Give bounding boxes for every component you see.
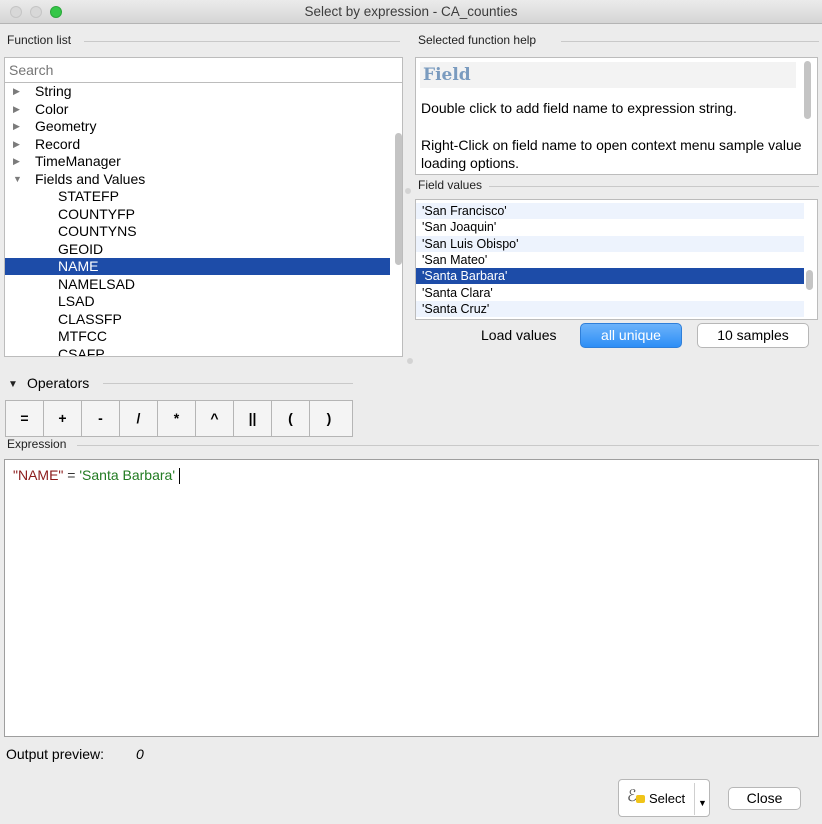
field-value-item[interactable]: 'Santa Cruz' xyxy=(416,300,804,317)
operator-button[interactable]: ) xyxy=(310,401,348,436)
field-value-item[interactable]: 'San Mateo' xyxy=(416,252,804,268)
function-category-label: TimeManager xyxy=(35,153,121,169)
field-item[interactable]: NAME xyxy=(5,258,390,275)
function-category-item[interactable]: ▶ Record xyxy=(5,136,390,153)
field-item[interactable]: COUNTYNS xyxy=(5,223,390,240)
window-title: Select by expression - CA_counties xyxy=(304,4,518,19)
field-item[interactable]: NAMELSAD xyxy=(5,276,390,293)
field-values-label: Field values xyxy=(418,178,483,192)
field-item[interactable]: LSAD xyxy=(5,293,390,310)
field-item-label: COUNTYFP xyxy=(58,205,135,222)
collapsed-arrow-icon[interactable]: ▶ xyxy=(13,153,20,170)
splitter-handle[interactable] xyxy=(407,358,413,364)
expression-line: "NAME" = 'Santa Barbara' xyxy=(13,467,180,485)
operators-toolbar: = + - / * ^ ||() xyxy=(5,400,353,437)
function-help-label: Selected function help xyxy=(418,33,537,47)
field-item[interactable]: MTFCC xyxy=(5,328,390,345)
field-item-label: NAME xyxy=(58,258,99,274)
load-values-label: Load values xyxy=(481,327,557,343)
function-category-label: Fields and Values xyxy=(35,170,146,187)
function-category-label: Record xyxy=(35,135,81,152)
text-caret xyxy=(179,468,180,485)
expression-field-token: "NAME" xyxy=(13,467,64,483)
field-item-label: CLASSFP xyxy=(58,310,122,327)
field-item-label: MTFCC xyxy=(58,328,107,344)
function-category-item[interactable]: ▶ String xyxy=(5,83,390,100)
output-preview-label: Output preview: xyxy=(6,746,105,762)
function-category-label: Color xyxy=(35,100,69,117)
select-highlight-icon xyxy=(636,795,645,803)
splitter-handle[interactable] xyxy=(405,188,411,194)
operator-button[interactable]: || xyxy=(234,401,272,436)
function-category-label: Geometry xyxy=(35,118,97,134)
function-list-label: Function list xyxy=(7,33,72,47)
help-text: Right-Click on field name to open contex… xyxy=(421,137,802,171)
expression-label: Expression xyxy=(7,437,67,451)
function-category-item[interactable]: ▶ TimeManager xyxy=(5,153,390,170)
operator-button[interactable]: * xyxy=(158,401,196,436)
field-item-label: LSAD xyxy=(58,293,95,309)
field-values-scrollbar[interactable] xyxy=(806,270,813,290)
chevron-down-icon[interactable]: ▼ xyxy=(698,798,707,808)
collapsed-arrow-icon[interactable]: ▶ xyxy=(13,101,20,118)
field-item-label: COUNTYNS xyxy=(58,223,137,239)
operators-divider xyxy=(103,383,353,384)
field-value-item[interactable]: 'San Luis Obispo' xyxy=(416,235,804,252)
field-item[interactable]: CSAFP xyxy=(5,345,390,357)
function-help-divider xyxy=(561,41,819,42)
field-item[interactable]: COUNTYFP xyxy=(5,206,390,223)
select-button-label: Select xyxy=(649,791,686,806)
expression-operator-token: = xyxy=(63,467,80,483)
select-button[interactable]: ℰ Select ▼ xyxy=(618,779,710,817)
help-text: Double click to add field name to expres… xyxy=(421,100,737,116)
operator-button[interactable]: - xyxy=(82,401,120,436)
function-help-panel: Field Double click to add field name to … xyxy=(415,57,818,175)
field-item[interactable]: CLASSFP xyxy=(5,311,390,328)
function-category-item[interactable]: ▶ Color xyxy=(5,101,390,118)
function-tree-scrollbar[interactable] xyxy=(395,133,402,265)
select-button-separator xyxy=(694,783,695,815)
operators-label[interactable]: Operators xyxy=(27,375,89,391)
function-tree[interactable]: ▶ String ▶ Color ▶ Geometry ▶ Record ▶ TimeManage… xyxy=(4,83,403,357)
function-list-divider xyxy=(84,41,400,42)
all-unique-button[interactable]: all unique xyxy=(580,323,682,348)
field-item-label: STATEFP xyxy=(58,188,119,204)
function-category-item[interactable]: ▶ Geometry xyxy=(5,118,390,135)
ten-samples-button[interactable]: 10 samples xyxy=(697,323,809,348)
help-title: Field xyxy=(420,62,796,88)
field-item[interactable]: GEOID xyxy=(5,241,390,258)
field-item[interactable]: STATEFP xyxy=(5,188,390,205)
field-item-label: CSAFP xyxy=(58,345,105,357)
title-bar: Select by expression - CA_counties xyxy=(0,0,822,24)
operator-button[interactable]: ^ xyxy=(196,401,234,436)
operator-button[interactable]: = xyxy=(6,401,44,436)
operator-button[interactable]: + xyxy=(44,401,82,436)
field-item-label: GEOID xyxy=(58,240,104,257)
function-category-item[interactable]: ▼ Fields and Values xyxy=(5,171,390,188)
collapse-arrow-icon[interactable]: ▼ xyxy=(8,379,18,390)
close-button[interactable]: Close xyxy=(728,787,801,810)
expression-editor[interactable]: "NAME" = 'Santa Barbara' xyxy=(4,459,819,737)
function-category-label: String xyxy=(35,83,72,99)
collapsed-arrow-icon[interactable]: ▶ xyxy=(13,118,20,135)
field-values-list[interactable]: 'San Francisco' 'San Joaquin' 'San Luis Ob… xyxy=(415,199,818,320)
help-scrollbar[interactable] xyxy=(804,61,811,119)
field-value-item[interactable]: 'San Joaquin' xyxy=(416,219,804,235)
collapsed-arrow-icon[interactable]: ▶ xyxy=(13,83,20,100)
output-preview-value: 0 xyxy=(136,746,144,762)
field-values-divider xyxy=(489,186,819,187)
field-item-label: NAMELSAD xyxy=(58,275,136,292)
expanded-arrow-icon[interactable]: ▼ xyxy=(13,171,22,188)
expression-string-token: 'Santa Barbara' xyxy=(79,467,175,483)
field-value-item[interactable]: 'Santa Clara' xyxy=(416,285,804,301)
expression-divider xyxy=(77,445,819,446)
collapsed-arrow-icon[interactable]: ▶ xyxy=(13,136,20,153)
operator-button[interactable]: ( xyxy=(272,401,310,436)
operator-button[interactable]: / xyxy=(120,401,158,436)
field-value-item[interactable]: 'Santa Barbara' xyxy=(416,268,804,285)
function-search-input[interactable] xyxy=(4,57,403,83)
field-value-item[interactable]: 'San Francisco' xyxy=(416,203,804,219)
